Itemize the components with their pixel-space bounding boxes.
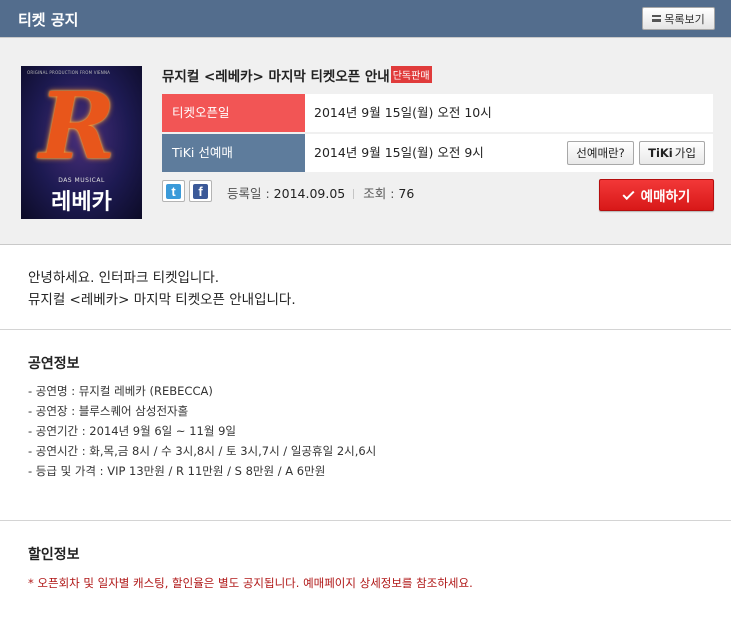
reg-date-value: 2014.09.05	[273, 186, 346, 201]
greeting-text: 안녕하세요. 인터파크 티켓입니다. 뮤지컬 <레베카> 마지막 티켓오픈 안내…	[28, 267, 296, 311]
greeting-line-2: 뮤지컬 <레베카> 마지막 티켓오픈 안내입니다.	[28, 292, 296, 308]
notice-summary-panel: ORIGINAL PRODUCTION FROM VIENNA R DAS MU…	[0, 37, 731, 245]
tiki-logo: TiKi	[648, 146, 673, 160]
list-view-button[interactable]: 목록보기	[642, 7, 715, 30]
what-is-presale-button[interactable]: 선예매란?	[567, 141, 634, 165]
tiki-join-button[interactable]: TiKi 가입	[639, 141, 705, 165]
post-meta: 등록일 : 2014.09.05 조회 : 76	[227, 183, 414, 202]
discount-info-title: 할인정보	[28, 547, 80, 563]
performance-info-item: - 공연명 : 뮤지컬 레베카 (REBECCA)	[28, 384, 213, 398]
discount-notice: * 오픈회차 및 일자별 캐스팅, 할인율은 별도 공지됩니다. 예매페이지 상…	[28, 576, 473, 590]
list-view-button-label: 목록보기	[664, 12, 705, 26]
facebook-icon: f	[193, 183, 208, 199]
section-divider	[0, 520, 731, 521]
ticket-open-row: 티켓오픈일 2014년 9월 15일(월) 오전 10시	[162, 94, 713, 132]
tiki-join-label: 가입	[674, 146, 696, 160]
show-title: 뮤지컬 <레베카> 마지막 티켓오픈 안내 단독판매	[162, 65, 432, 85]
views-value: 76	[398, 186, 415, 201]
reg-date-label: 등록일 :	[227, 186, 270, 201]
facebook-share-button[interactable]: f	[189, 180, 212, 202]
show-title-text: 뮤지컬 <레베카> 마지막 티켓오픈 안내	[162, 69, 390, 85]
show-poster: ORIGINAL PRODUCTION FROM VIENNA R DAS MU…	[21, 66, 142, 219]
book-ticket-label: 예매하기	[640, 189, 691, 205]
performance-info-item: - 등급 및 가격 : VIP 13만원 / R 11만원 / S 8만원 / …	[28, 464, 326, 478]
performance-info-title: 공연정보	[28, 356, 80, 372]
poster-korean-title: 레베카	[51, 190, 112, 215]
greeting-line-1: 안녕하세요. 인터파크 티켓입니다.	[28, 270, 220, 286]
performance-info-item: - 공연기간 : 2014년 9월 6일 ~ 11월 9일	[28, 424, 236, 438]
ticket-open-value: 2014년 9월 15일(월) 오전 10시	[314, 105, 492, 120]
performance-info-item: - 공연시간 : 화,목,금 8시 / 수 3시,8시 / 토 3시,7시 / …	[28, 444, 377, 458]
exclusive-badge: 단독판매	[390, 66, 432, 83]
poster-subtitle: DAS MUSICAL	[58, 177, 105, 184]
section-divider	[0, 329, 731, 330]
list-icon	[652, 15, 662, 22]
tiki-presale-row: TiKi 선예매 2014년 9월 15일(월) 오전 9시 선예매란? TiK…	[162, 134, 713, 172]
book-ticket-button[interactable]: 예매하기	[599, 179, 714, 211]
page-header: 티켓 공지 목록보기	[0, 0, 731, 37]
twitter-share-button[interactable]: t	[162, 180, 185, 202]
poster-letter-logo: R	[39, 72, 116, 180]
views-label: 조회 :	[363, 186, 395, 201]
tiki-presale-label: TiKi 선예매	[162, 134, 305, 172]
twitter-icon: t	[166, 183, 181, 199]
meta-divider	[353, 189, 355, 199]
page-title: 티켓 공지	[18, 11, 79, 29]
ticket-open-label: 티켓오픈일	[162, 94, 305, 132]
tiki-presale-value: 2014년 9월 15일(월) 오전 9시	[314, 145, 484, 160]
performance-info-list: - 공연명 : 뮤지컬 레베카 (REBECCA) - 공연장 : 블루스퀘어 …	[28, 381, 376, 481]
performance-info-item: - 공연장 : 블루스퀘어 삼성전자홀	[28, 404, 189, 418]
check-icon	[622, 187, 635, 200]
